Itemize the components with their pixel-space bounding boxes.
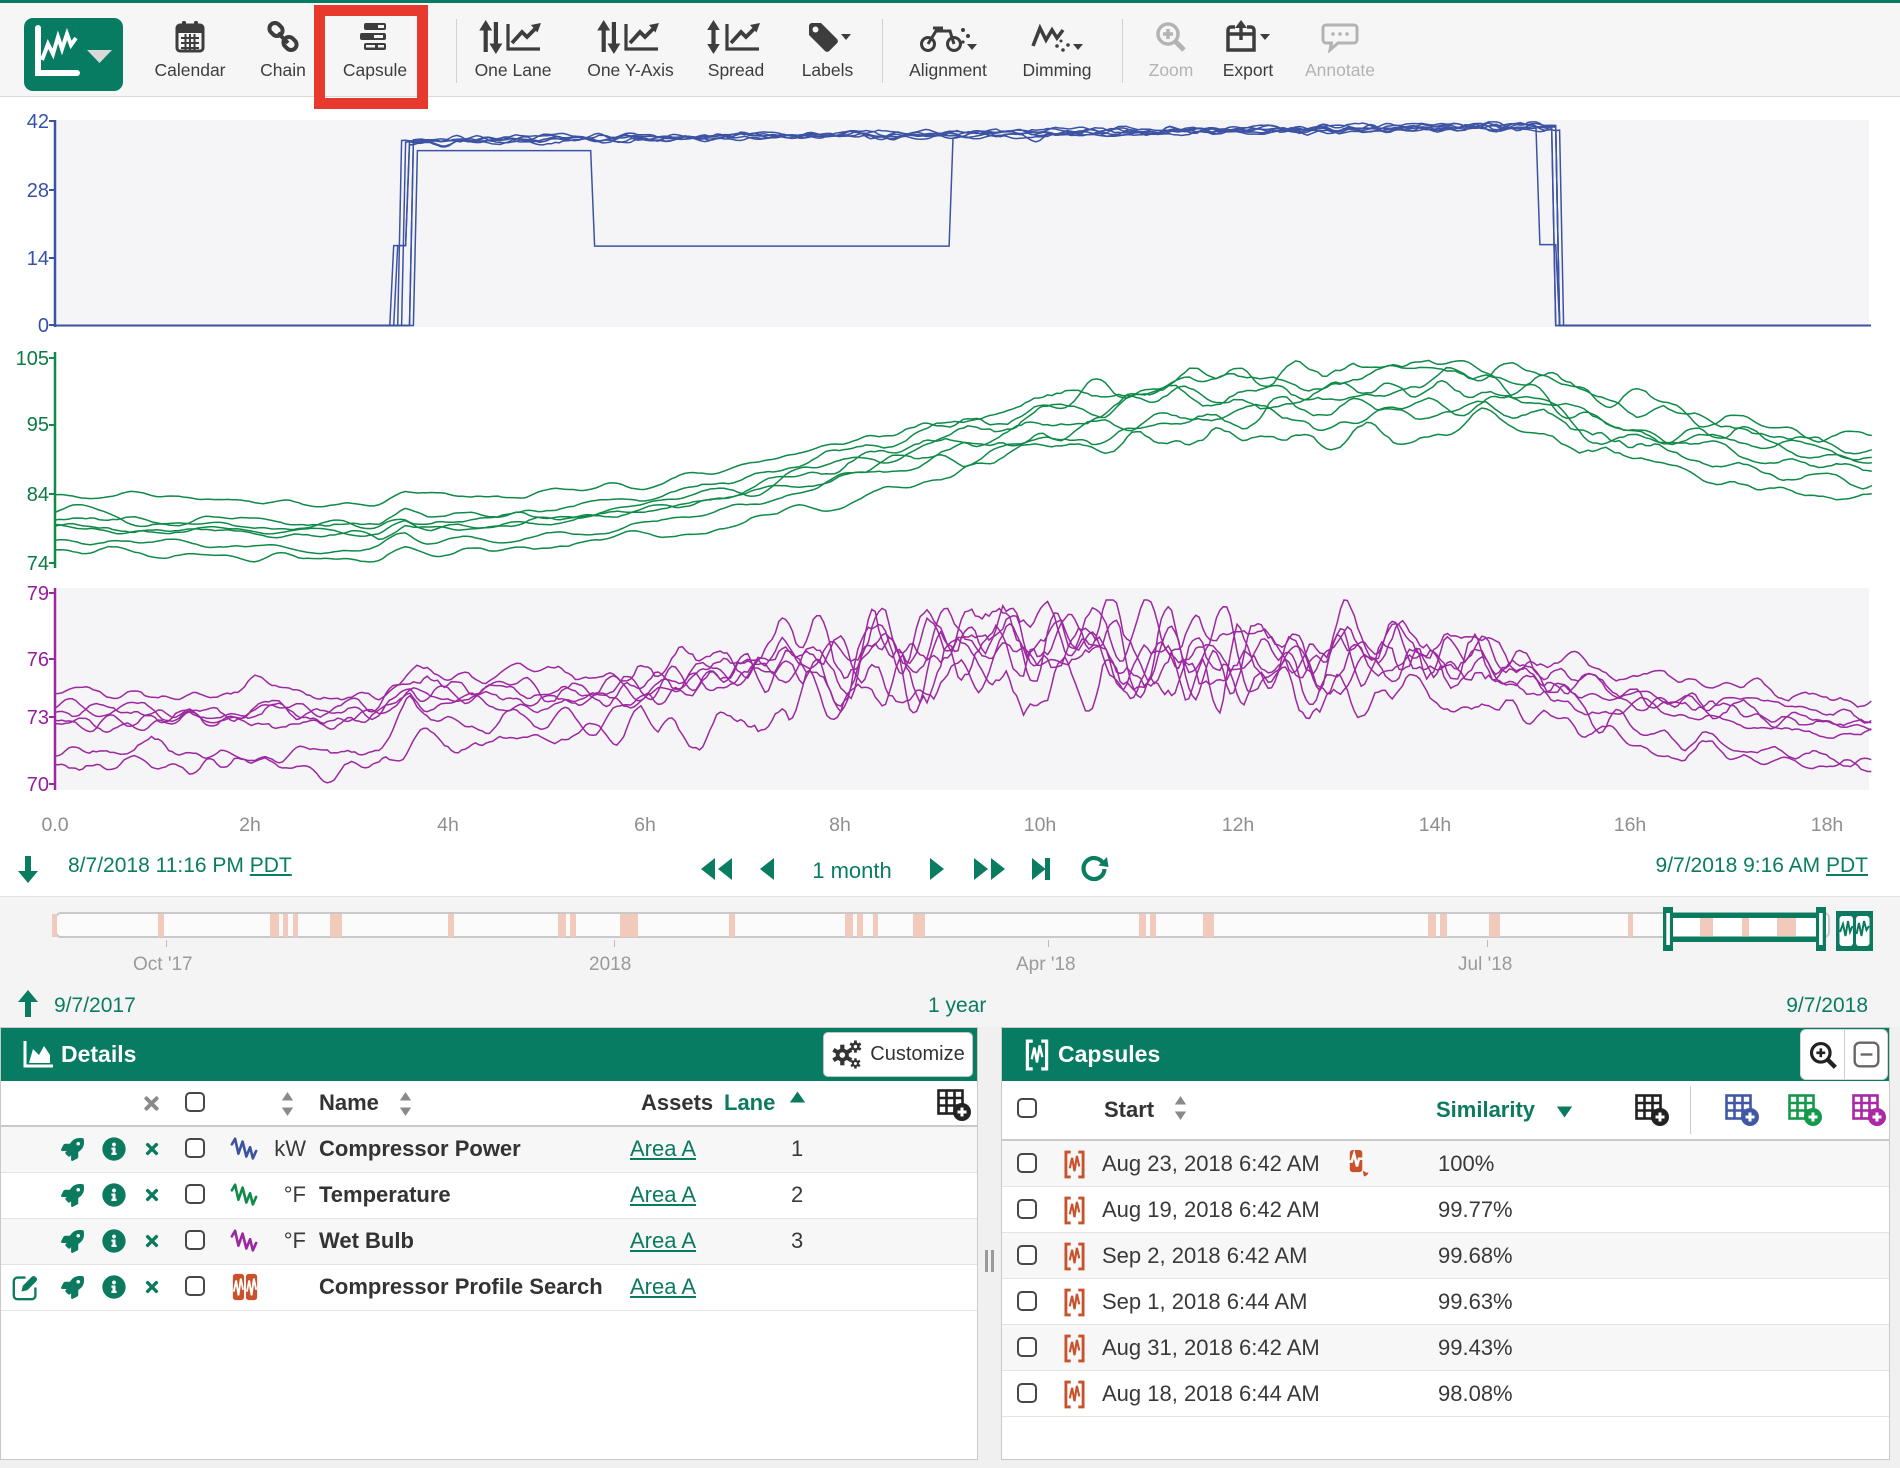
svg-text:14h: 14h bbox=[1419, 814, 1452, 836]
svg-text:73: 73 bbox=[27, 707, 49, 729]
svg-text:0: 0 bbox=[38, 315, 49, 337]
svg-text:12h: 12h bbox=[1222, 814, 1255, 836]
svg-text:28: 28 bbox=[27, 180, 49, 202]
svg-text:4h: 4h bbox=[437, 814, 459, 836]
svg-text:79: 79 bbox=[27, 583, 49, 605]
svg-text:16h: 16h bbox=[1614, 814, 1647, 836]
svg-text:2h: 2h bbox=[239, 814, 261, 836]
svg-text:0.0: 0.0 bbox=[41, 814, 68, 836]
svg-text:10h: 10h bbox=[1024, 814, 1057, 836]
svg-text:105: 105 bbox=[16, 348, 49, 370]
svg-text:1 month: 1 month bbox=[812, 858, 892, 883]
svg-text:84: 84 bbox=[27, 484, 49, 506]
svg-text:18h: 18h bbox=[1811, 814, 1844, 836]
svg-text:14: 14 bbox=[27, 248, 49, 270]
svg-text:70: 70 bbox=[27, 774, 49, 796]
svg-text:76: 76 bbox=[27, 649, 49, 671]
svg-text:74: 74 bbox=[27, 553, 49, 575]
svg-text:8h: 8h bbox=[829, 814, 851, 836]
svg-text:95: 95 bbox=[27, 414, 49, 436]
svg-text:6h: 6h bbox=[634, 814, 656, 836]
svg-text:42: 42 bbox=[27, 111, 49, 133]
